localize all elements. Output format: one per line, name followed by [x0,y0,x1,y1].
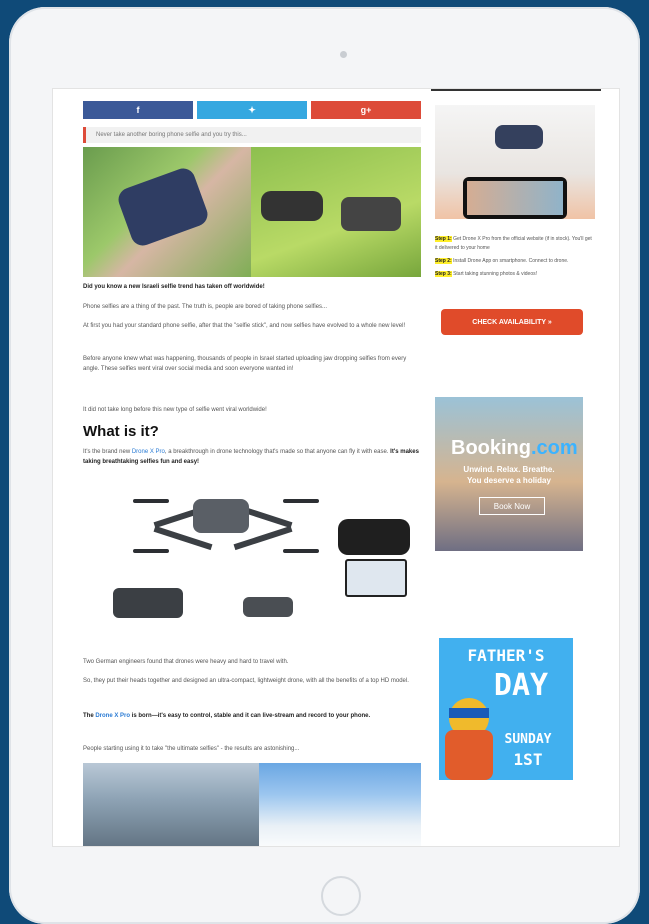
step-1-label: Step 1: [435,236,452,242]
step-3-label: Step 3: [435,271,452,277]
camera-dot [340,51,347,58]
paragraph-6: Two German engineers found that drones w… [83,659,289,665]
paragraph-5-pre: It's the brand new [83,449,132,455]
sidebar-drone [495,125,543,149]
selfie-images [83,763,421,846]
sidebar-divider [431,89,601,91]
paragraph-8-post: is born—it's easy to control, stable and… [130,713,371,719]
paragraph-1: Phone selfies are a thing of the past. T… [83,304,328,310]
product-image [83,477,421,652]
drone-x-pro-link[interactable]: Drone X Pro [132,449,165,455]
mountain-selfie-image [259,763,421,846]
steps-list: Step 1: Get Drone X Pro from the officia… [435,235,595,279]
facebook-share-button[interactable]: f [83,101,193,119]
paragraph-9: People starting using it to take "the ul… [83,746,300,752]
folded-drone [115,165,211,249]
hero-images [83,147,421,277]
fathers-day-title-1: FATHER'S [467,646,545,665]
paragraph-3: Before anyone knew what was happening, t… [83,356,407,372]
step-1: Step 1: Get Drone X Pro from the officia… [435,235,595,253]
step-3: Step 3: Start taking stunning photos & v… [435,270,595,279]
article-headline: Did you know a new Israeli selfie trend … [83,284,265,290]
google-plus-share-button[interactable]: g+ [311,101,421,119]
check-availability-button[interactable]: CHECK AVAILABILITY » [441,309,583,335]
webpage-screen: f ✦ g+ Never take another boring phone s… [52,88,620,847]
twitter-share-button[interactable]: ✦ [197,101,307,119]
paragraph-5: It's the brand new Drone X Pro, a breakt… [83,447,421,467]
booking-ad[interactable]: Booking.com Unwind. Relax. Breathe. You … [435,397,583,551]
drone-x-pro-link-2[interactable]: Drone X Pro [95,713,130,719]
share-bar: f ✦ g+ [83,101,421,119]
remote-controller [261,191,323,221]
paragraph-8: The Drone X Pro is born—it's easy to con… [83,711,421,721]
paragraph-8-pre: The [83,713,96,719]
booking-tagline-1: Unwind. Relax. Breathe. [463,465,555,474]
twitter-icon: ✦ [248,104,256,115]
fathers-day-title-2: DAY [493,668,549,703]
fathers-day-sunday: SUNDAY [504,732,552,747]
group-selfie-image [83,763,259,846]
sidebar-drone-ad-image[interactable] [435,105,595,219]
paragraph-4: It did not take long before this new typ… [83,407,267,413]
booking-logo-com: .com [531,437,578,459]
facebook-icon: f [136,105,140,115]
drone-x-pro-unfolded [123,485,319,563]
book-now-button[interactable]: Book Now [479,497,545,515]
drone-in-hand-image [83,147,251,277]
drone-with-controller-image [251,147,421,277]
booking-logo: Booking.com [451,437,578,460]
booking-logo-main: Booking [451,437,531,459]
step-2: Step 2: Install Drone App on smartphone.… [435,257,595,266]
fathers-day-date: 1ST [513,750,543,769]
pull-quote: Never take another boring phone selfie a… [83,127,421,143]
step-3-text: Start taking stunning photos & videos! [453,271,538,277]
drone-on-grass [341,197,401,231]
fathers-day-ad[interactable]: FATHER'S DAY SUNDAY 1ST [439,638,573,780]
paragraph-7: So, they put their heads together and de… [83,678,409,684]
booking-tagline-2: You deserve a holiday [467,476,551,485]
paragraph-2: At first you had your standard phone sel… [83,323,406,329]
google-plus-icon: g+ [360,105,372,115]
drone-folded-side [93,573,203,633]
home-button[interactable] [321,876,361,916]
section-heading: What is it? [83,423,159,440]
phone-screen-image [345,559,407,597]
hero-figure-mask [449,708,489,718]
hero-figure-body [445,730,493,780]
step-2-label: Step 2: [435,258,452,264]
paragraph-5-post: , a breakthrough in drone technology tha… [164,449,391,455]
sidebar-phone [463,177,567,219]
step-1-text: Get Drone X Pro from the official websit… [435,236,592,251]
step-2-text: Install Drone App on smartphone. Connect… [453,258,569,264]
drone-small-angle [213,587,323,632]
controller-image [338,519,410,555]
